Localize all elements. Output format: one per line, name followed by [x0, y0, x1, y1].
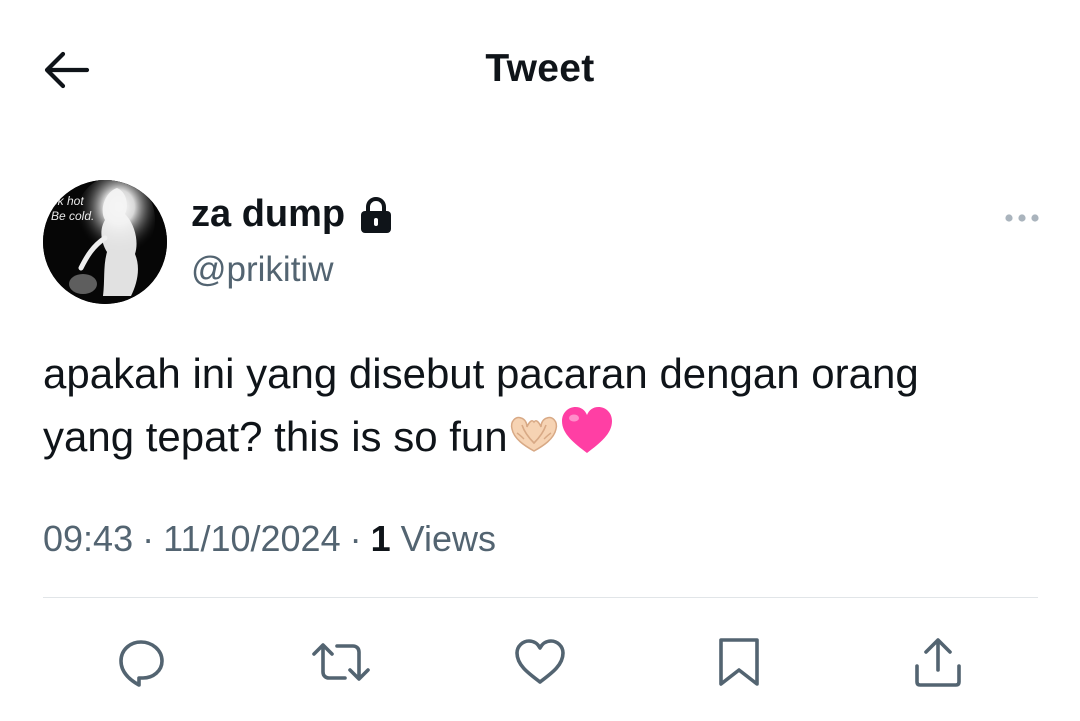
- views-count: 1: [370, 518, 391, 559]
- retweet-button[interactable]: [311, 632, 371, 692]
- meta-separator: ·: [142, 518, 155, 559]
- divider: [43, 597, 1038, 598]
- reply-icon: [119, 640, 164, 687]
- bookmark-icon: [719, 638, 759, 686]
- like-icon: [515, 639, 565, 684]
- action-bar: [0, 632, 1080, 692]
- avatar-caption: ok hot Be cold.: [51, 194, 95, 223]
- pink-heart-emoji: [560, 405, 614, 472]
- author-name[interactable]: za dump: [191, 193, 393, 236]
- tweet-text: apakah ini yang disebut pacaran dengan o…: [43, 343, 1043, 472]
- reply-button[interactable]: [112, 632, 172, 692]
- like-button[interactable]: [510, 632, 570, 692]
- author-handle[interactable]: @prikitiw: [191, 250, 333, 290]
- views-label[interactable]: Views: [401, 518, 496, 559]
- share-button[interactable]: [908, 632, 968, 692]
- meta-separator: ·: [349, 518, 362, 559]
- author-name-text: za dump: [191, 193, 346, 235]
- more-options-button[interactable]: [1000, 203, 1044, 233]
- page-title: Tweet: [485, 47, 595, 90]
- more-horizontal-icon: [1005, 214, 1039, 222]
- retweet-icon: [312, 643, 370, 681]
- bookmark-button[interactable]: [709, 632, 769, 692]
- tweet-text-line: apakah ini yang disebut pacaran dengan o…: [43, 350, 919, 397]
- lock-icon: [359, 196, 393, 234]
- tweet-meta: 09:43 · 11/10/2024 · 1 Views: [43, 518, 496, 560]
- top-bar: Tweet: [0, 0, 1080, 140]
- share-icon: [915, 638, 961, 687]
- tweet-text-line: yang tepat? this is so fun: [43, 405, 1043, 472]
- tweet-date: 11/10/2024: [163, 518, 341, 559]
- tweet-time: 09:43: [43, 518, 134, 559]
- heart-hands-emoji: [509, 410, 559, 472]
- avatar[interactable]: ok hot Be cold.: [43, 180, 167, 304]
- tweet-text-line-content: yang tepat? this is so fun: [43, 413, 508, 460]
